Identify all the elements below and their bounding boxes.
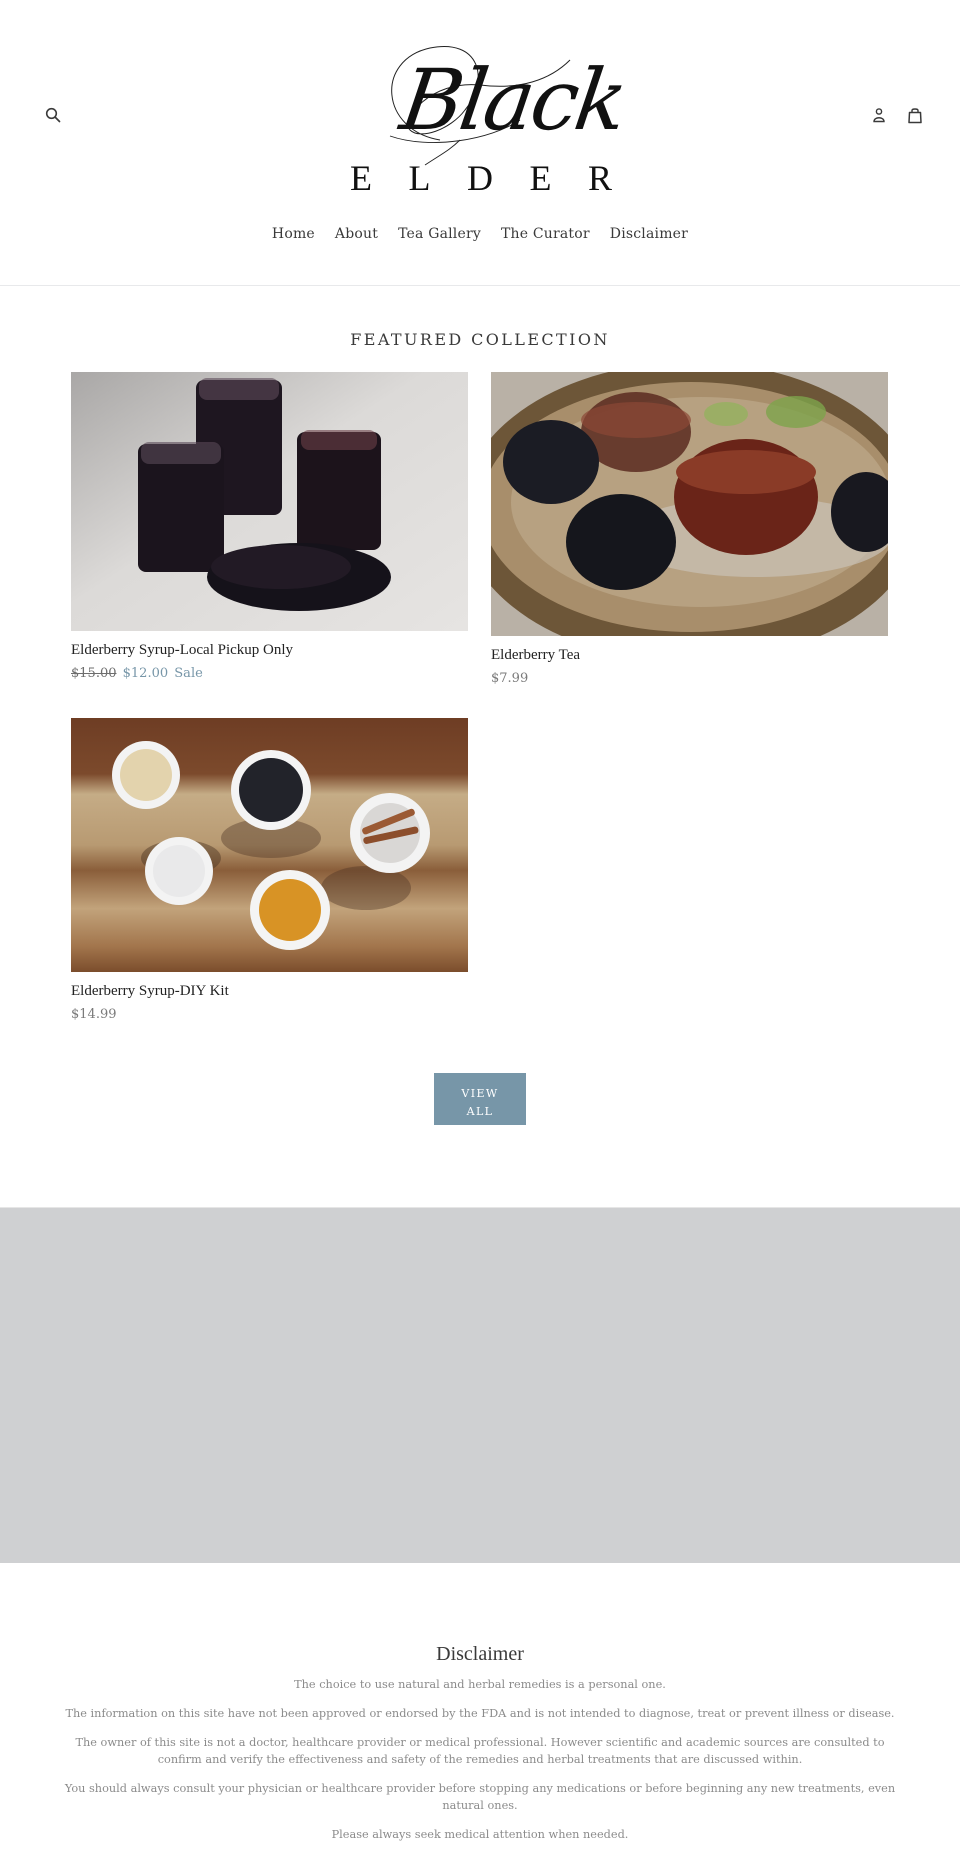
view-all-wrapper: VIEW ALL (0, 1073, 960, 1125)
view-all-label-line2: ALL (466, 1105, 494, 1118)
disclaimer-paragraph: The choice to use natural and herbal rem… (294, 1678, 666, 1691)
section-title: FEATURED COLLECTION (350, 330, 610, 349)
nav-tea-gallery[interactable]: Tea Gallery (398, 226, 481, 242)
search-button[interactable] (42, 104, 64, 126)
product-card[interactable]: Elderberry Syrup-DIY Kit $14.99 (71, 718, 468, 1022)
nav-about[interactable]: About (335, 226, 378, 242)
logo-letter: D (466, 158, 493, 198)
product-title: Elderberry Tea (491, 647, 581, 663)
product-image-tea-cups (491, 372, 888, 636)
product-price: $7.99 (491, 671, 529, 686)
account-button[interactable] (868, 104, 890, 126)
featured-collection: FEATURED COLLECTION Elderberry Syrup-Loc… (0, 286, 960, 1125)
cart-button[interactable] (904, 104, 926, 126)
nav-the-curator[interactable]: The Curator (501, 226, 590, 242)
product-title: Elderberry Syrup-DIY Kit (71, 983, 229, 999)
disclaimer-paragraph: The owner of this site is not a doctor, … (75, 1736, 885, 1766)
product-image-spice-kit (71, 718, 468, 972)
nav-home[interactable]: Home (272, 226, 315, 242)
nav-disclaimer[interactable]: Disclaimer (610, 226, 688, 242)
price-original: $15.00 (71, 666, 117, 681)
disclaimer-section: Disclaimer The choice to use natural and… (0, 1563, 960, 1843)
product-price: $14.99 (71, 1007, 117, 1022)
product-grid: Elderberry Syrup-Local Pickup Only $15.0… (0, 372, 960, 1072)
logo-letter: L (408, 158, 431, 198)
logo-letter: E (529, 158, 552, 198)
disclaimer-paragraph: The information on this site have not be… (65, 1707, 895, 1720)
logo-letter: R (587, 158, 612, 198)
sale-label: Sale (174, 666, 203, 681)
product-card[interactable]: Elderberry Tea $7.99 (491, 372, 888, 686)
logo-wordmark: E L D E R (340, 160, 620, 196)
product-price: $15.00 $12.00 Sale (71, 666, 468, 681)
disclaimer-paragraph: Please always seek medical attention whe… (331, 1828, 629, 1841)
main-nav: Home About Tea Gallery The Curator Discl… (0, 226, 960, 242)
disclaimer-paragraph: You should always consult your physician… (64, 1782, 896, 1812)
product-image-syrup-jars (71, 372, 468, 631)
site-header: Black E L D E R Home About Tea Gallery T… (0, 0, 960, 286)
price-sale: $12.00 (122, 666, 169, 681)
logo-script-text: Black (395, 51, 631, 149)
product-card[interactable]: Elderberry Syrup-Local Pickup Only $15.0… (71, 372, 468, 681)
disclaimer-title: Disclaimer (436, 1643, 524, 1665)
cart-icon (908, 107, 922, 123)
image-placeholder-band (0, 1207, 960, 1563)
logo-letter: E (350, 158, 372, 198)
view-all-label-line1: VIEW (461, 1087, 499, 1100)
account-icon (873, 108, 885, 123)
search-icon (45, 107, 61, 123)
view-all-button[interactable]: VIEW ALL (434, 1073, 526, 1125)
site-logo[interactable]: Black E L D E R (340, 30, 631, 200)
product-title: Elderberry Syrup-Local Pickup Only (71, 642, 294, 658)
